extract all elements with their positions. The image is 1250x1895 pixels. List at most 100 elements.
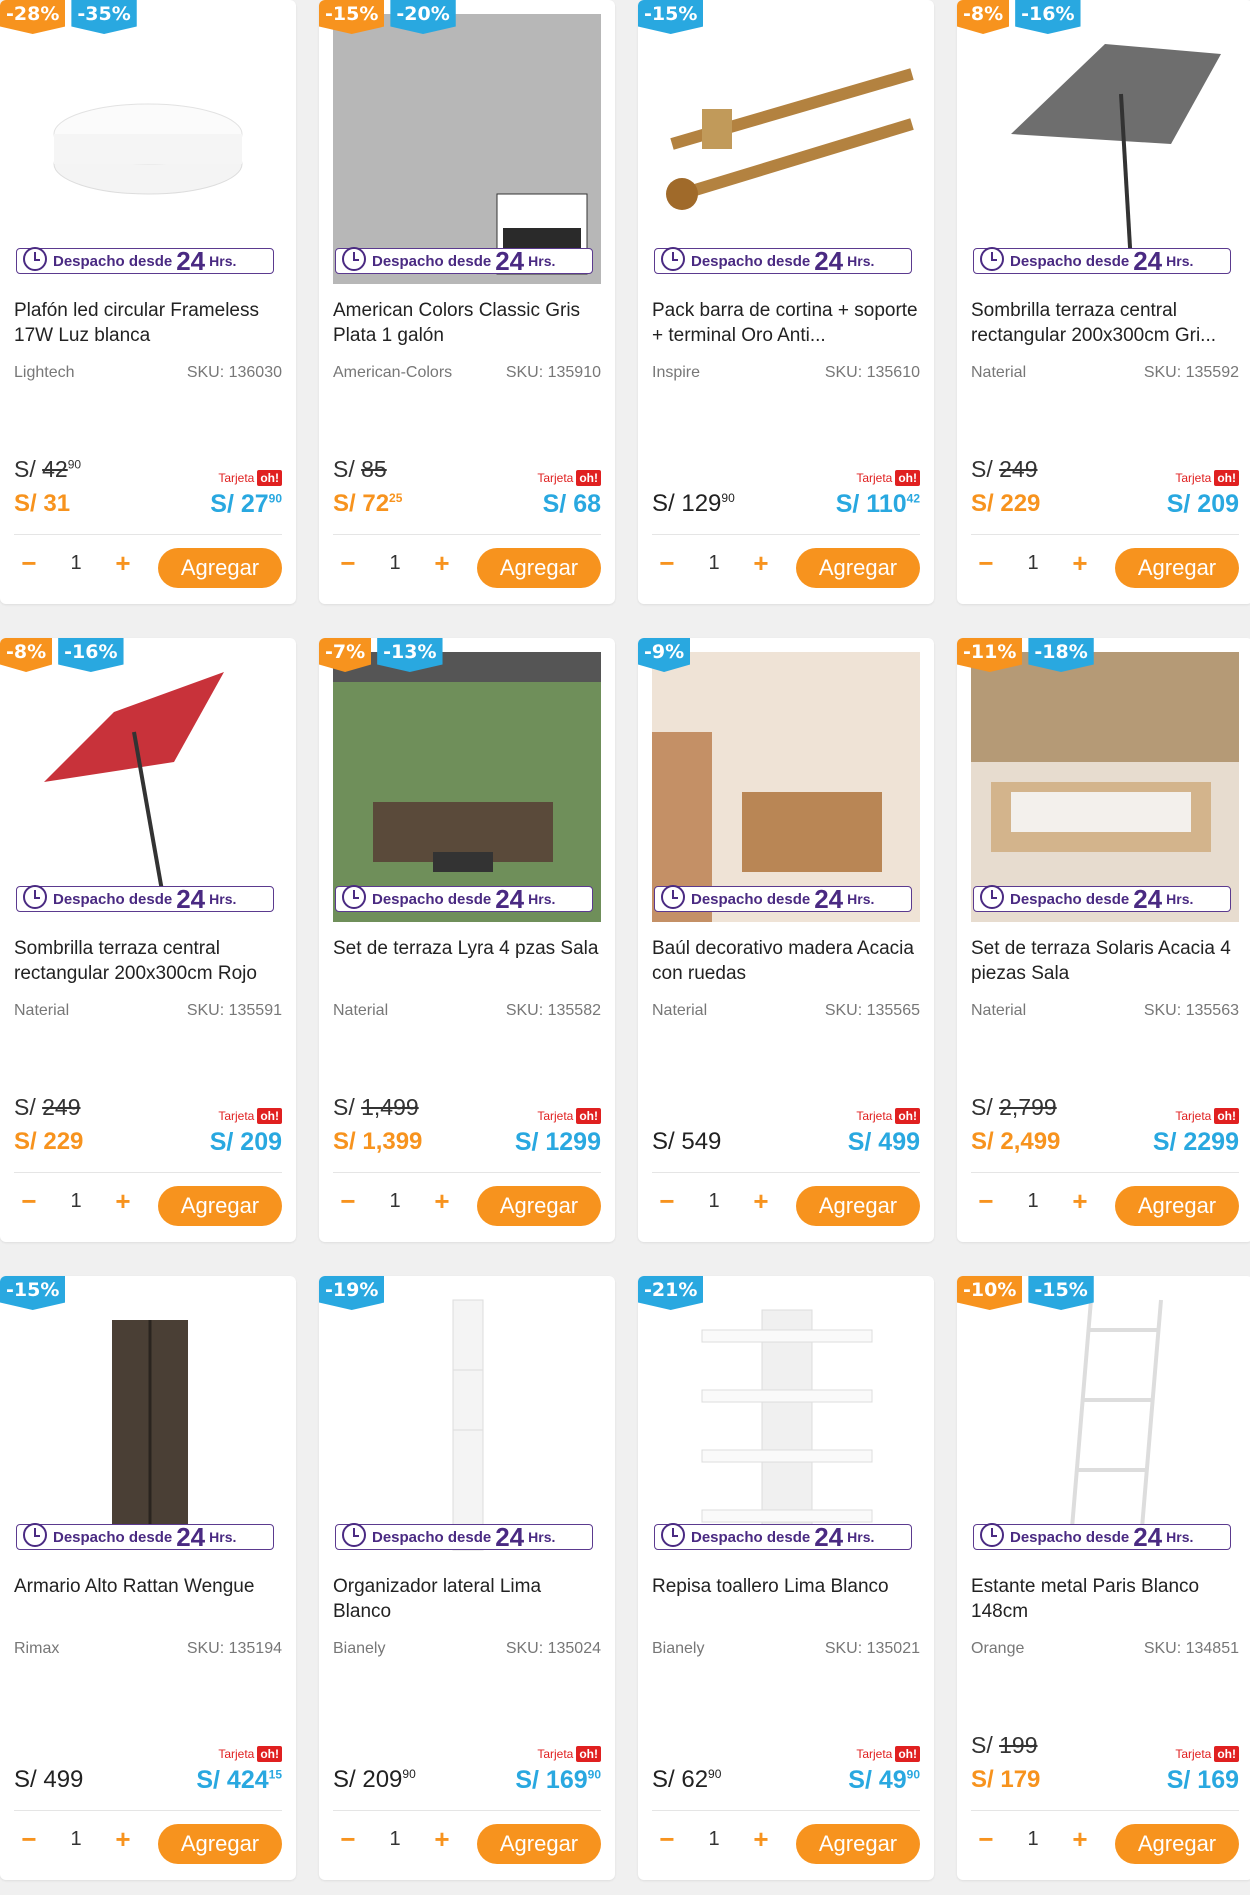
- shipping-unit: Hrs.: [847, 253, 875, 269]
- oh-logo: oh!: [1214, 1746, 1239, 1762]
- increase-qty-button[interactable]: +: [1065, 548, 1095, 579]
- product-card[interactable]: -28% -35% Despacho desde 24 Hrs. Plafón l…: [0, 0, 296, 604]
- add-to-cart-button[interactable]: Agregar: [158, 548, 282, 588]
- increase-qty-button[interactable]: +: [427, 1824, 457, 1855]
- product-image[interactable]: [14, 14, 282, 284]
- quantity-value[interactable]: 1: [1001, 1190, 1065, 1213]
- product-card[interactable]: -7% -13% Despacho desde 24 Hrs. Set de te…: [319, 638, 615, 1242]
- product-card[interactable]: -8% -16% Despacho desde 24 Hrs. Sombrilla…: [0, 638, 296, 1242]
- decrease-qty-button[interactable]: −: [14, 1824, 44, 1855]
- increase-qty-button[interactable]: +: [108, 1824, 138, 1855]
- decrease-qty-button[interactable]: −: [971, 548, 1001, 579]
- product-title[interactable]: Baúl decorativo madera Acacia con ruedas: [652, 936, 922, 986]
- decrease-qty-button[interactable]: −: [652, 1186, 682, 1217]
- add-to-cart-button[interactable]: Agregar: [1115, 548, 1239, 588]
- product-sku: SKU: 135610: [824, 364, 920, 381]
- product-card[interactable]: -15% Despacho desde 24 Hrs. Armario Alto…: [0, 1276, 296, 1880]
- increase-qty-button[interactable]: +: [746, 1186, 776, 1217]
- product-image[interactable]: [652, 1290, 920, 1560]
- product-card[interactable]: -15% Despacho desde 24 Hrs. Pack barra d…: [638, 0, 934, 604]
- product-title[interactable]: Armario Alto Rattan Wengue: [14, 1574, 284, 1599]
- add-to-cart-button[interactable]: Agregar: [1115, 1824, 1239, 1864]
- product-title[interactable]: American Colors Classic Gris Plata 1 gal…: [333, 298, 603, 348]
- product-title[interactable]: Sombrilla terraza central rectangular 20…: [14, 936, 284, 986]
- shipping-label: Despacho desde: [691, 252, 811, 270]
- product-title[interactable]: Sombrilla terraza central rectangular 20…: [971, 298, 1241, 348]
- product-card[interactable]: -19% Despacho desde 24 Hrs. Organizador …: [319, 1276, 615, 1880]
- product-title[interactable]: Repisa toallero Lima Blanco: [652, 1574, 922, 1599]
- product-title[interactable]: Estante metal Paris Blanco 148cm: [971, 1574, 1241, 1624]
- shipping-unit: Hrs.: [1166, 253, 1194, 269]
- increase-qty-button[interactable]: +: [108, 1186, 138, 1217]
- decrease-qty-button[interactable]: −: [333, 548, 363, 579]
- oh-logo: oh!: [257, 1108, 282, 1124]
- add-to-cart-button[interactable]: Agregar: [158, 1186, 282, 1226]
- add-to-cart-button[interactable]: Agregar: [477, 548, 601, 588]
- product-image[interactable]: [333, 652, 601, 922]
- product-card[interactable]: -11% -18% Despacho desde 24 Hrs. Set de t…: [957, 638, 1250, 1242]
- add-to-cart-button[interactable]: Agregar: [158, 1824, 282, 1864]
- product-image[interactable]: [652, 14, 920, 284]
- product-image[interactable]: [333, 1290, 601, 1560]
- add-to-cart-button[interactable]: Agregar: [796, 1186, 920, 1226]
- add-to-cart-button[interactable]: Agregar: [477, 1186, 601, 1226]
- product-image[interactable]: [652, 652, 920, 922]
- discount-badge: -16%: [58, 638, 124, 672]
- quantity-value[interactable]: 1: [682, 1828, 746, 1851]
- product-title[interactable]: Pack barra de cortina + soporte + termin…: [652, 298, 922, 348]
- decrease-qty-button[interactable]: −: [333, 1824, 363, 1855]
- quantity-value[interactable]: 1: [363, 552, 427, 575]
- product-image[interactable]: [14, 652, 282, 922]
- decrease-qty-button[interactable]: −: [333, 1186, 363, 1217]
- product-title[interactable]: Set de terraza Solaris Acacia 4 piezas S…: [971, 936, 1241, 986]
- decrease-qty-button[interactable]: −: [971, 1186, 1001, 1217]
- decrease-qty-button[interactable]: −: [14, 1186, 44, 1217]
- decrease-qty-button[interactable]: −: [652, 1824, 682, 1855]
- product-image[interactable]: [333, 14, 601, 284]
- quantity-stepper: − 1 +: [333, 548, 457, 579]
- tarjeta-oh-label: Tarjeta oh!: [856, 1746, 920, 1762]
- quantity-value[interactable]: 1: [682, 1190, 746, 1213]
- quantity-value[interactable]: 1: [363, 1828, 427, 1851]
- product-image[interactable]: [971, 652, 1239, 922]
- increase-qty-button[interactable]: +: [746, 1824, 776, 1855]
- tarjeta-oh-label: Tarjeta oh!: [218, 470, 282, 486]
- quantity-value[interactable]: 1: [44, 1828, 108, 1851]
- product-card[interactable]: -15% -20% Despacho desde 24 Hrs. American…: [319, 0, 615, 604]
- product-title[interactable]: Plafón led circular Frameless 17W Luz bl…: [14, 298, 284, 348]
- add-to-cart-button[interactable]: Agregar: [796, 548, 920, 588]
- add-to-cart-button[interactable]: Agregar: [796, 1824, 920, 1864]
- quantity-value[interactable]: 1: [1001, 552, 1065, 575]
- increase-qty-button[interactable]: +: [427, 548, 457, 579]
- increase-qty-button[interactable]: +: [1065, 1824, 1095, 1855]
- product-image[interactable]: [14, 1290, 282, 1560]
- product-image[interactable]: [971, 1290, 1239, 1560]
- increase-qty-button[interactable]: +: [1065, 1186, 1095, 1217]
- add-to-cart-button[interactable]: Agregar: [1115, 1186, 1239, 1226]
- product-card[interactable]: -9% Despacho desde 24 Hrs. Baúl decorati…: [638, 638, 934, 1242]
- decrease-qty-button[interactable]: −: [971, 1824, 1001, 1855]
- quantity-value[interactable]: 1: [682, 552, 746, 575]
- product-card[interactable]: -21% Despacho desde 24 Hrs. Repisa toall…: [638, 1276, 934, 1880]
- shipping-banner: Despacho desde 24 Hrs.: [16, 246, 274, 276]
- product-card[interactable]: -10% -15% Despacho desde 24 Hrs. Estante …: [957, 1276, 1250, 1880]
- quantity-value[interactable]: 1: [1001, 1828, 1065, 1851]
- decrease-qty-button[interactable]: −: [652, 548, 682, 579]
- quantity-value[interactable]: 1: [363, 1190, 427, 1213]
- quantity-value[interactable]: 1: [44, 1190, 108, 1213]
- badge-group: -15% -20%: [319, 0, 456, 34]
- product-title[interactable]: Set de terraza Lyra 4 pzas Sala: [333, 936, 603, 961]
- product-brand: Naterial: [14, 1002, 70, 1019]
- product-brand: Naterial: [333, 1002, 389, 1019]
- product-card[interactable]: -8% -16% Despacho desde 24 Hrs. Sombrilla…: [957, 0, 1250, 604]
- decrease-qty-button[interactable]: −: [14, 548, 44, 579]
- add-to-cart-button[interactable]: Agregar: [477, 1824, 601, 1864]
- increase-qty-button[interactable]: +: [427, 1186, 457, 1217]
- quantity-value[interactable]: 1: [44, 552, 108, 575]
- product-title[interactable]: Organizador lateral Lima Blanco: [333, 1574, 603, 1624]
- increase-qty-button[interactable]: +: [746, 548, 776, 579]
- product-image[interactable]: [971, 14, 1239, 284]
- increase-qty-button[interactable]: +: [108, 548, 138, 579]
- badge-group: -11% -18%: [957, 638, 1094, 672]
- tarjeta-oh-label: Tarjeta oh!: [218, 1746, 282, 1762]
